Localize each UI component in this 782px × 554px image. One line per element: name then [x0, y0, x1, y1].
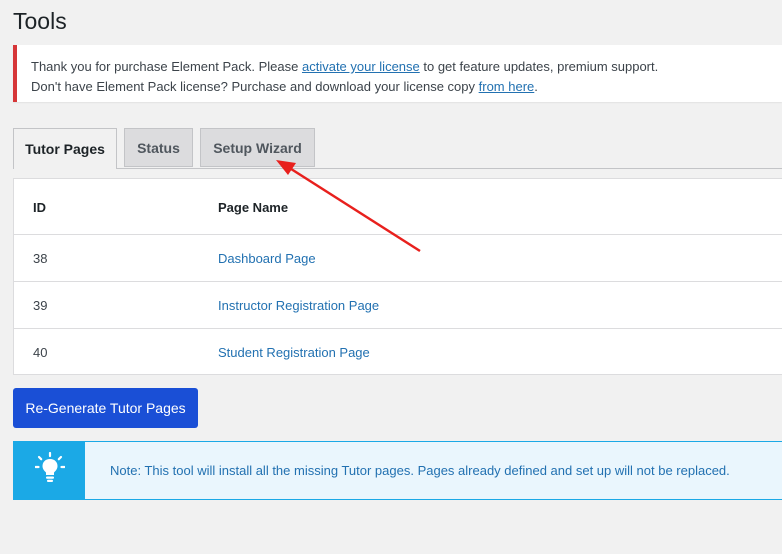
notice-text: Don't have Element Pack license? Purchas…	[31, 79, 479, 94]
from-here-link[interactable]: from here	[479, 79, 535, 94]
row-id: 39	[33, 298, 48, 313]
tab-setup-wizard[interactable]: Setup Wizard	[200, 128, 315, 167]
info-text: Note: This tool will install all the mis…	[110, 463, 730, 478]
row-id: 38	[33, 251, 48, 266]
tutor-pages-table: ID Page Name 38 Dashboard Page 39 Instru…	[13, 178, 782, 375]
tab-tutor-pages[interactable]: Tutor Pages	[13, 128, 117, 169]
activate-license-link[interactable]: activate your license	[302, 59, 420, 74]
lightbulb-icon	[33, 451, 66, 489]
column-header-page-name: Page Name	[218, 200, 289, 215]
tools-tabs: Tutor Pages Status Setup Wizard	[13, 128, 782, 169]
page-name-link[interactable]: Dashboard Page	[218, 251, 316, 266]
notice-line-1: Thank you for purchase Element Pack. Ple…	[31, 57, 782, 77]
table-row: 40 Student Registration Page	[14, 329, 782, 375]
info-notice: Note: This tool will install all the mis…	[13, 441, 782, 500]
table-header-row: ID Page Name	[14, 179, 782, 235]
table-row: 39 Instructor Registration Page	[14, 282, 782, 329]
page-name-link[interactable]: Student Registration Page	[218, 345, 370, 360]
page-title: Tools	[13, 8, 67, 34]
info-icon-panel	[14, 442, 85, 499]
notice-text: .	[534, 79, 538, 94]
page-name-link[interactable]: Instructor Registration Page	[218, 298, 379, 313]
tab-status[interactable]: Status	[124, 128, 193, 167]
row-id: 40	[33, 345, 48, 360]
notice-text: to get feature updates, premium support.	[419, 59, 659, 74]
table-row: 38 Dashboard Page	[14, 235, 782, 282]
license-notice: Thank you for purchase Element Pack. Ple…	[13, 45, 782, 102]
column-header-id: ID	[33, 200, 46, 215]
regenerate-tutor-pages-button[interactable]: Re-Generate Tutor Pages	[13, 388, 198, 428]
notice-line-2: Don't have Element Pack license? Purchas…	[31, 77, 782, 97]
notice-text: Thank you for purchase Element Pack. Ple…	[31, 59, 302, 74]
